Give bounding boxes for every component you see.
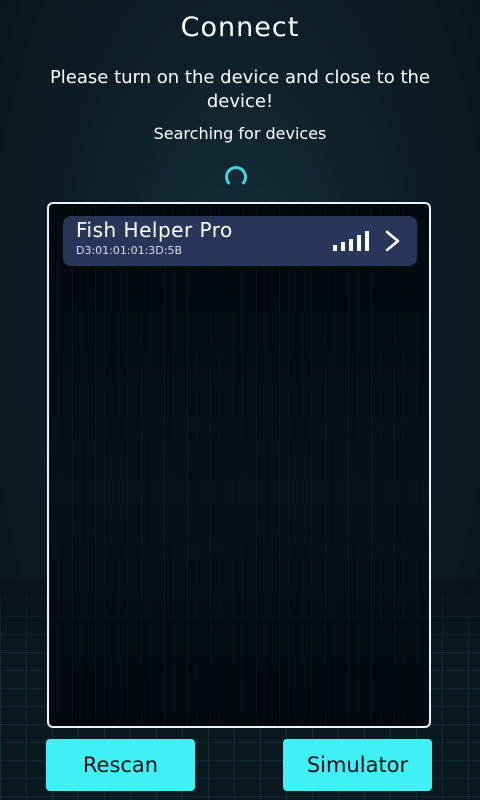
device-item[interactable]: Fish Helper Pro D3:01:01:01:3D:5B [63,216,417,266]
device-list[interactable]: Fish Helper Pro D3:01:01:01:3D:5B [47,202,431,728]
simulator-button[interactable]: Simulator [283,739,432,791]
signal-strength-icon [333,231,373,251]
search-status: Searching for devices [153,124,327,143]
page-title: Connect [180,12,300,43]
instruction-text: Please turn on the device and close to t… [49,67,431,112]
rescan-button[interactable]: Rescan [46,739,195,791]
device-name: Fish Helper Pro [76,218,233,242]
chevron-right-icon[interactable] [383,230,403,252]
connect-screen: Connect Please turn on the device and cl… [0,0,480,800]
loading-spinner-icon [225,166,247,188]
device-mac-address: D3:01:01:01:3D:5B [76,244,183,257]
